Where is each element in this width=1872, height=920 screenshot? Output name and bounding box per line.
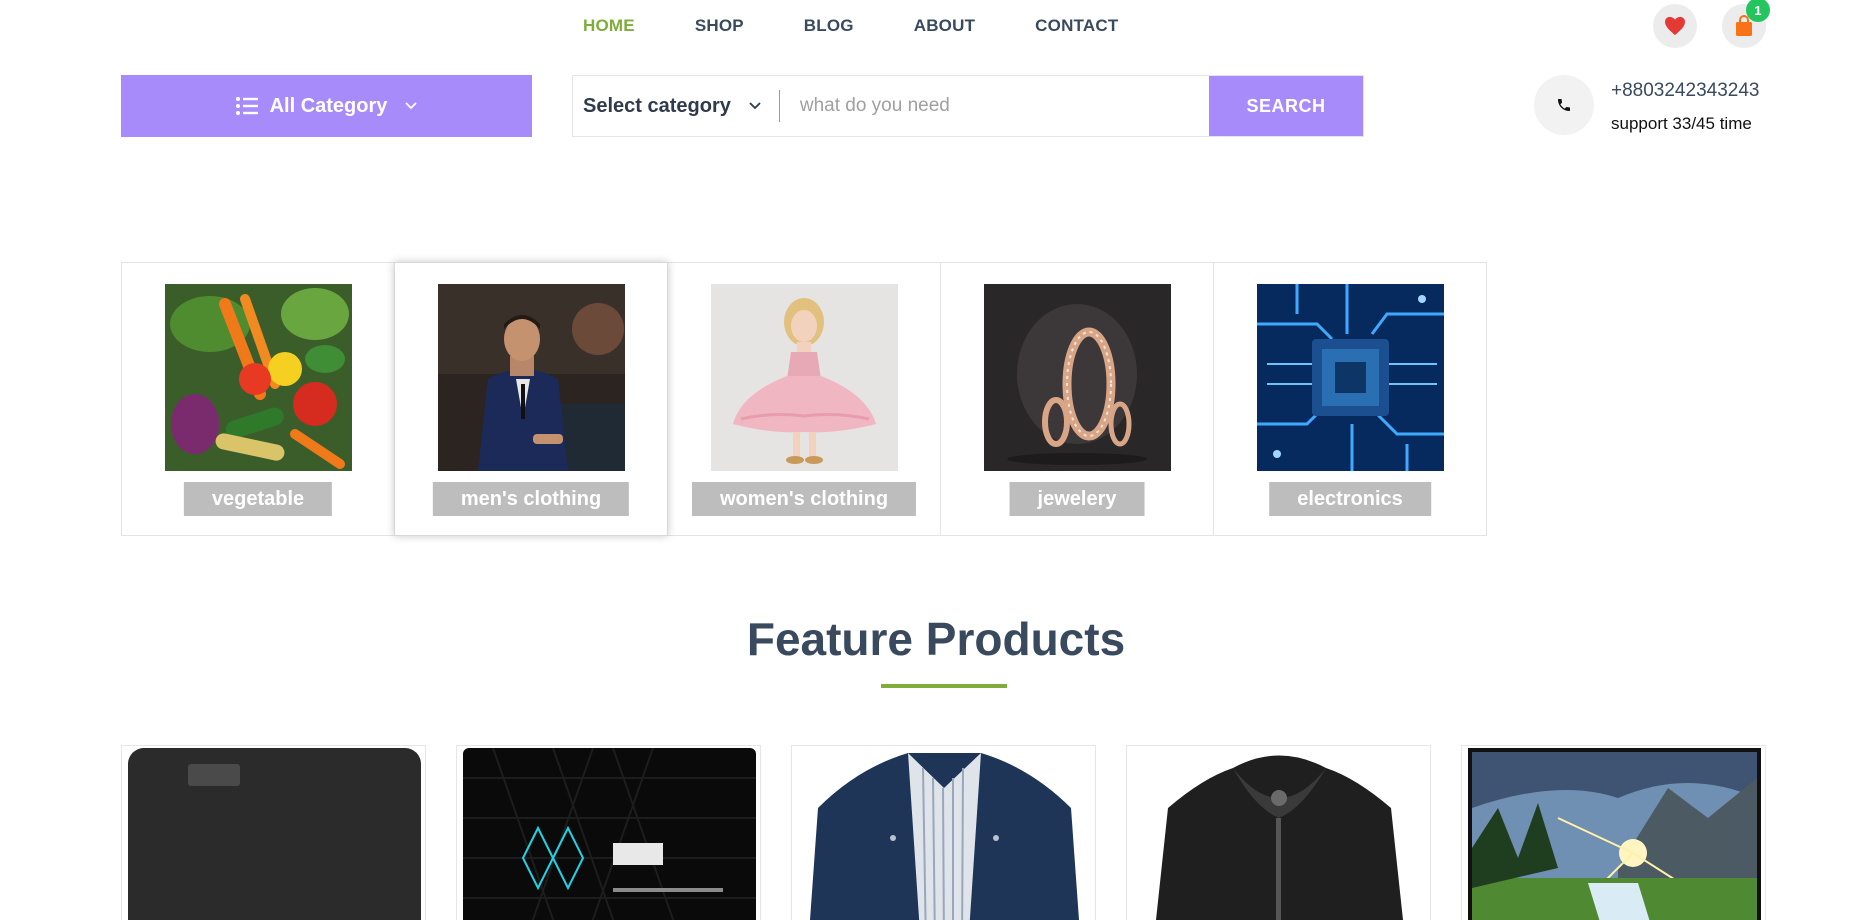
nav-about[interactable]: ABOUT bbox=[914, 16, 975, 36]
nav-blog[interactable]: BLOG bbox=[804, 16, 854, 36]
mens-clothing-image bbox=[438, 284, 625, 471]
navy-jacket-image bbox=[798, 748, 1091, 920]
category-label: men's clothing bbox=[432, 482, 630, 516]
section-title: Feature Products bbox=[746, 613, 1126, 665]
search-input[interactable] bbox=[779, 76, 1209, 136]
product-card[interactable] bbox=[456, 745, 761, 920]
product-row bbox=[121, 745, 1766, 920]
category-card-electronics[interactable]: electronics bbox=[1213, 262, 1487, 536]
all-category-label: All Category bbox=[269, 94, 388, 117]
heart-icon bbox=[1665, 16, 1685, 36]
category-label: jewelery bbox=[1009, 482, 1145, 516]
landscape-monitor-image bbox=[1468, 748, 1761, 920]
list-icon bbox=[235, 97, 258, 115]
top-nav: HOME SHOP BLOG ABOUT CONTACT 1 bbox=[0, 0, 1872, 52]
search-form: Select category SEARCH bbox=[572, 75, 1364, 137]
product-card[interactable] bbox=[1126, 745, 1431, 920]
nav-icons: 1 bbox=[1653, 0, 1770, 48]
womens-clothing-image bbox=[711, 284, 898, 471]
nav-contact[interactable]: CONTACT bbox=[1035, 16, 1118, 36]
search-button[interactable]: SEARCH bbox=[1209, 76, 1363, 136]
category-label: electronics bbox=[1269, 482, 1431, 516]
title-underline bbox=[881, 684, 1007, 688]
all-category-button[interactable]: All Category bbox=[121, 75, 532, 137]
electronics-image bbox=[1257, 284, 1444, 471]
solid-state-drive-image bbox=[463, 748, 756, 920]
product-card[interactable] bbox=[791, 745, 1096, 920]
category-card-jewelery[interactable]: jewelery bbox=[940, 262, 1214, 536]
support-hours: support 33/45 time bbox=[1611, 114, 1752, 133]
wishlist-button[interactable] bbox=[1653, 4, 1697, 48]
product-card[interactable] bbox=[1461, 745, 1766, 920]
category-label: vegetable bbox=[183, 482, 333, 516]
cart-count-badge: 1 bbox=[1746, 0, 1770, 22]
category-grid: vegetable men's clothing women's clothin… bbox=[121, 262, 1487, 536]
external-hard-drive-image bbox=[128, 748, 421, 920]
chevron-down-icon bbox=[405, 102, 418, 110]
nav-home[interactable]: HOME bbox=[583, 16, 635, 36]
category-card-vegetable[interactable]: vegetable bbox=[121, 262, 395, 536]
category-card-womens-clothing[interactable]: women's clothing bbox=[667, 262, 941, 536]
category-label: women's clothing bbox=[691, 482, 917, 516]
chevron-down-icon bbox=[749, 102, 761, 110]
black-leather-jacket-image bbox=[1133, 748, 1426, 920]
phone-number: +8803242343243 bbox=[1611, 80, 1760, 101]
phone-badge bbox=[1534, 75, 1594, 135]
nav-shop[interactable]: SHOP bbox=[695, 16, 744, 36]
vegetable-image bbox=[165, 284, 352, 471]
main-menu: HOME SHOP BLOG ABOUT CONTACT bbox=[583, 16, 1178, 36]
phone-icon bbox=[1558, 99, 1570, 111]
category-select[interactable]: Select category bbox=[573, 76, 761, 136]
jewelery-image bbox=[984, 284, 1171, 471]
category-select-label: Select category bbox=[583, 94, 731, 117]
product-card[interactable] bbox=[121, 745, 426, 920]
category-card-mens-clothing[interactable]: men's clothing bbox=[394, 262, 668, 536]
cart-button[interactable]: 1 bbox=[1722, 0, 1770, 48]
